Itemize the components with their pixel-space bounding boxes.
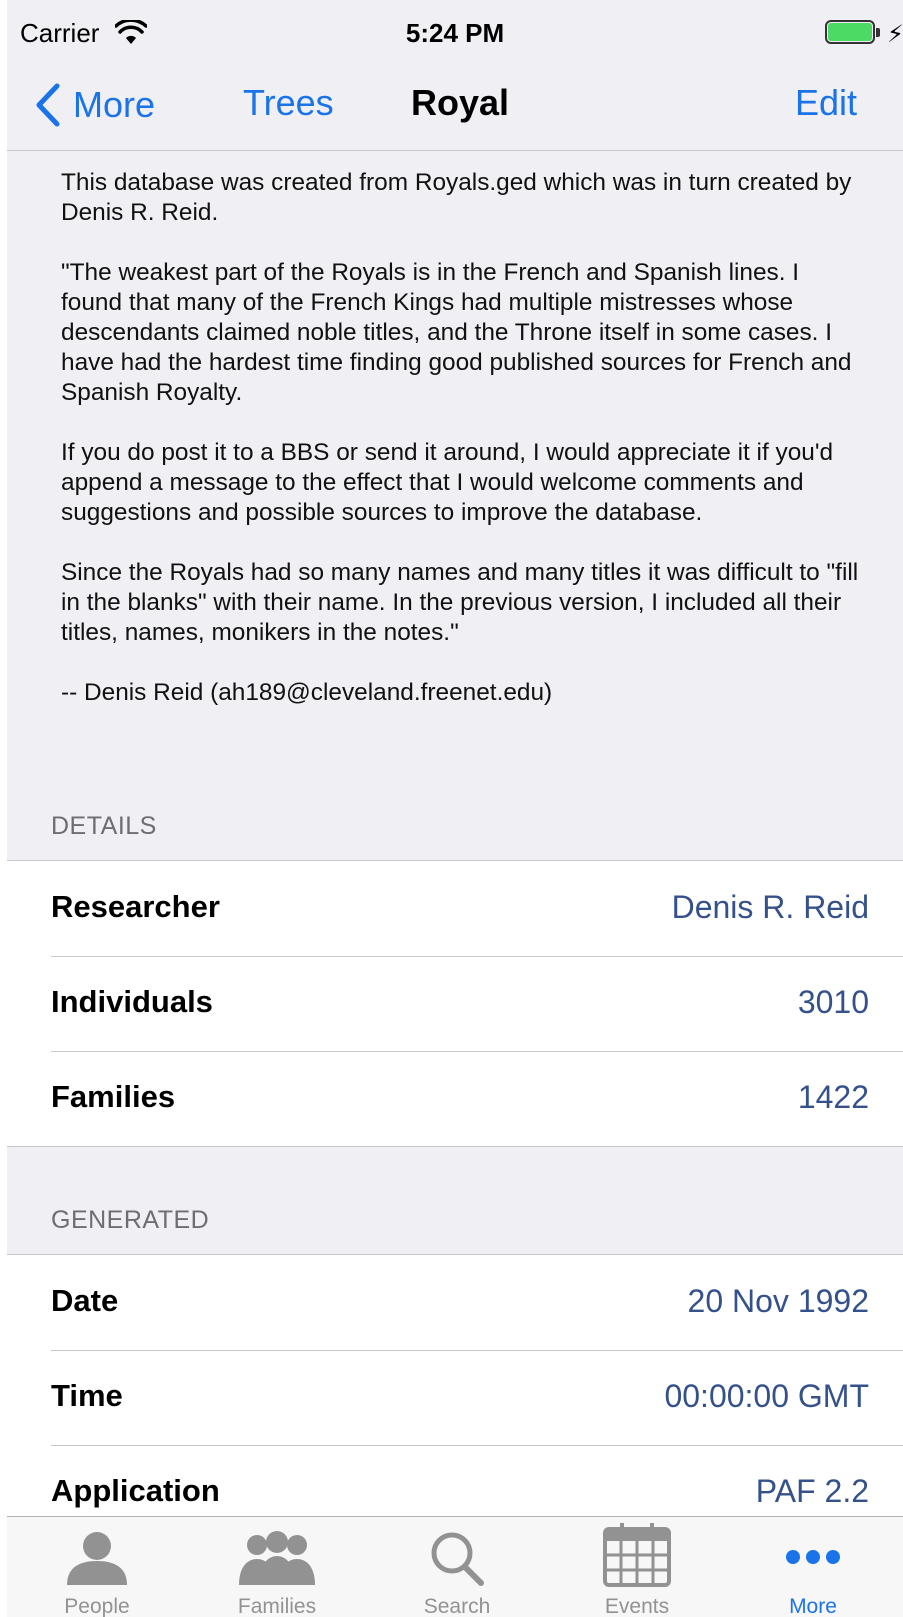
notes-paragraph: "The weakest part of the Royals is in th… — [61, 259, 852, 406]
tab-more[interactable]: More — [723, 1517, 903, 1617]
status-time: 5:24 PM — [405, 18, 505, 48]
person-icon — [67, 1532, 127, 1585]
tab-people[interactable]: People — [7, 1517, 187, 1617]
navigation-bar: More Trees Royal Edit — [7, 60, 903, 151]
calendar-icon — [603, 1523, 671, 1587]
details-group: Researcher Denis R. Reid Individuals 301… — [7, 860, 903, 1147]
individuals-row[interactable]: Individuals 3010 — [7, 956, 903, 1051]
row-label: Researcher — [51, 889, 220, 924]
generated-group: Date 20 Nov 1992 Time 00:00:00 GMT Appli… — [7, 1254, 903, 1541]
tree-notes: This database was created from Royals.ge… — [61, 168, 861, 738]
row-value: PAF 2.2 — [755, 1473, 869, 1509]
date-row[interactable]: Date 20 Nov 1992 — [7, 1255, 903, 1350]
researcher-row[interactable]: Researcher Denis R. Reid — [7, 861, 903, 956]
more-icon — [786, 1550, 840, 1564]
trees-button[interactable]: Trees — [243, 80, 334, 126]
row-value: 00:00:00 GMT — [664, 1378, 869, 1414]
tab-label: Events — [604, 1595, 670, 1617]
tab-label: People — [64, 1595, 130, 1617]
back-button[interactable]: More — [31, 80, 155, 130]
generated-section-header: GENERATED — [51, 1206, 210, 1234]
notes-signature: -- Denis Reid (ah189@cleveland.freenet.e… — [61, 679, 553, 706]
tab-label: More — [789, 1595, 837, 1617]
tab-bar: People Families Search Events More — [7, 1516, 903, 1617]
row-value: Denis R. Reid — [671, 889, 869, 925]
back-button-label: More — [73, 84, 156, 125]
notes-paragraph: If you do post it to a BBS or send it ar… — [61, 439, 834, 526]
notes-paragraph: This database was created from Royals.ge… — [61, 169, 852, 226]
tab-search[interactable]: Search — [367, 1517, 547, 1617]
page-title: Royal — [411, 82, 510, 123]
notes-paragraph: Since the Royals had so many names and m… — [61, 559, 859, 646]
edit-button[interactable]: Edit — [795, 80, 857, 126]
tab-label: Families — [237, 1595, 317, 1617]
details-section-header: DETAILS — [51, 812, 157, 840]
status-bar: Carrier 5:24 PM ⚡ — [7, 10, 903, 58]
battery-icon — [825, 20, 883, 46]
charging-bolt-icon: ⚡ — [887, 21, 903, 48]
tab-families[interactable]: Families — [187, 1517, 367, 1617]
row-label: Date — [51, 1283, 119, 1318]
tab-events[interactable]: Events — [547, 1517, 727, 1617]
families-row[interactable]: Families 1422 — [7, 1051, 903, 1146]
row-label: Time — [51, 1378, 123, 1413]
row-value: 3010 — [797, 984, 869, 1020]
family-icon — [239, 1531, 315, 1585]
time-row[interactable]: Time 00:00:00 GMT — [7, 1350, 903, 1445]
screen: Carrier 5:24 PM ⚡ More Trees Royal Edit … — [7, 0, 903, 1617]
search-icon — [431, 1532, 484, 1586]
row-value: 1422 — [797, 1079, 869, 1115]
row-value: 20 Nov 1992 — [687, 1283, 869, 1319]
row-label: Families — [51, 1079, 176, 1114]
tab-label: Search — [423, 1595, 491, 1617]
chevron-left-icon — [36, 83, 60, 127]
row-label: Application — [51, 1473, 220, 1508]
row-label: Individuals — [51, 984, 213, 1019]
